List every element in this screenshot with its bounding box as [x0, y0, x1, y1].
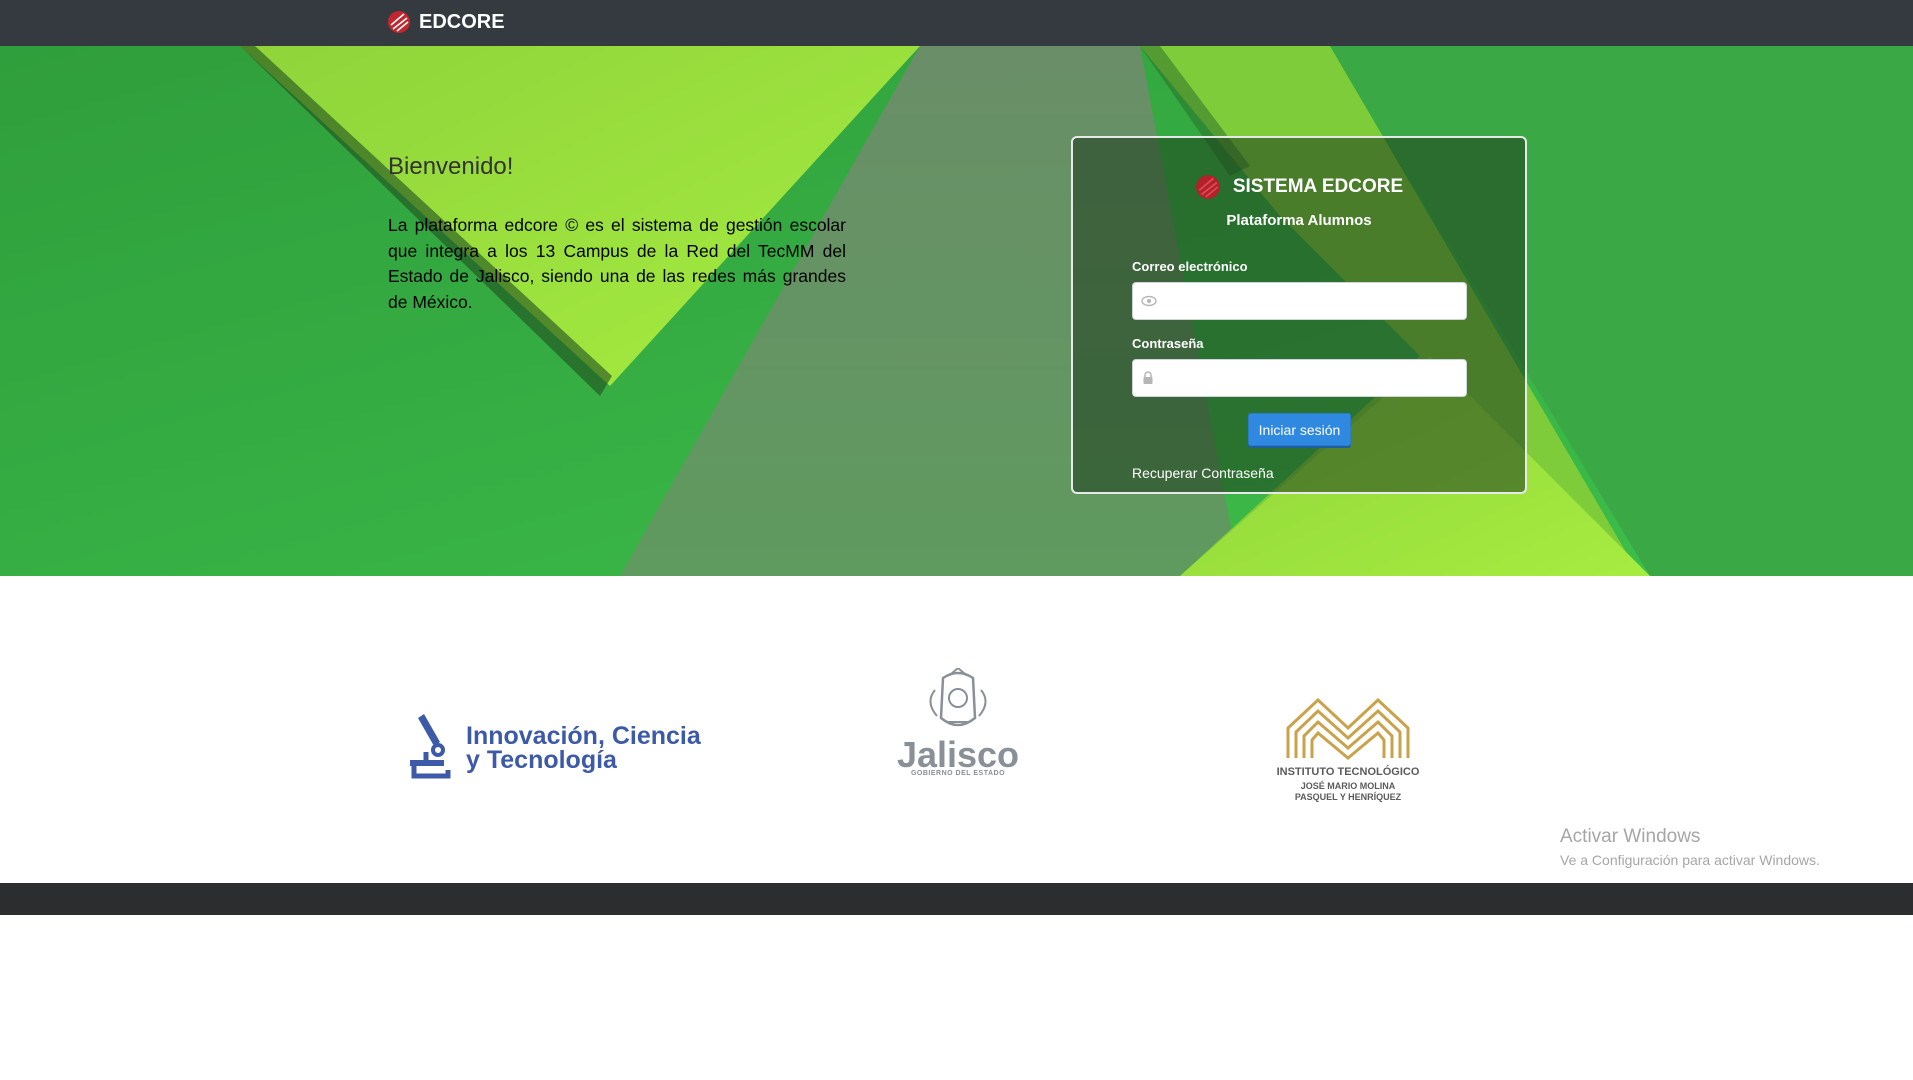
logo-jalisco: Jalisco GOBIERNO DEL ESTADO: [895, 666, 1021, 783]
welcome-title: Bienvenido!: [388, 153, 514, 180]
edcore-logo-icon: [1195, 175, 1220, 199]
login-button[interactable]: Iniciar sesión: [1248, 413, 1351, 446]
logo-instituto-tecnologico: INSTITUTO TECNOLÓGICO JOSÉ MARIO MOLINA …: [1268, 697, 1428, 802]
login-title: SISTEMA EDCORE: [1232, 176, 1404, 197]
jalisco-sub: GOBIERNO DEL ESTADO: [910, 770, 1006, 777]
logo-innovacion-ciencia-tecnologia: Innovación, Ciencia y Tecnología: [404, 712, 701, 785]
login-card: SISTEMA EDCORE Plataforma Alumnos Correo…: [1071, 136, 1527, 494]
hero-background: [0, 46, 1913, 576]
hero-section: Bienvenido! La plataforma edcore © es el…: [0, 46, 1913, 576]
watermark-title: Activar Windows: [1560, 826, 1701, 847]
login-header: SISTEMA EDCORE: [1073, 174, 1525, 200]
brand-label: EDCORE: [419, 10, 505, 33]
windows-activation-watermark: Activar Windows Ve a Configuración para …: [1560, 826, 1820, 868]
password-label: Contraseña: [1132, 336, 1204, 351]
microscope-icon: [410, 714, 451, 779]
itj-line-2: JOSÉ MARIO MOLINA: [1300, 781, 1396, 791]
email-input[interactable]: [1163, 285, 1462, 317]
brand-link[interactable]: EDCORE: [387, 10, 505, 34]
recover-password-link[interactable]: Recuperar Contraseña: [1132, 465, 1274, 481]
password-input[interactable]: [1163, 362, 1462, 394]
itj-m-emblem-icon: [1286, 697, 1410, 760]
itj-line-3: PASQUEL Y HENRÍQUEZ: [1294, 792, 1402, 802]
edcore-logo-icon: [388, 11, 410, 33]
footer-bar: [0, 883, 1913, 915]
ict-line-2: y Tecnología: [466, 746, 617, 774]
email-field[interactable]: [1132, 282, 1467, 320]
lock-icon: [1143, 371, 1153, 384]
password-field[interactable]: [1132, 359, 1467, 397]
jalisco-coat-of-arms-icon: [929, 666, 987, 727]
login-subtitle: Plataforma Alumnos: [1226, 212, 1372, 229]
top-navbar: EDCORE: [0, 0, 1913, 46]
watermark-subtitle: Ve a Configuración para activar Windows.: [1560, 852, 1820, 868]
email-label: Correo electrónico: [1132, 259, 1248, 274]
eye-icon: [1141, 295, 1157, 307]
itj-line-1: INSTITUTO TECNOLÓGICO: [1276, 766, 1420, 778]
welcome-text: La plataforma edcore © es el sistema de …: [388, 215, 846, 312]
